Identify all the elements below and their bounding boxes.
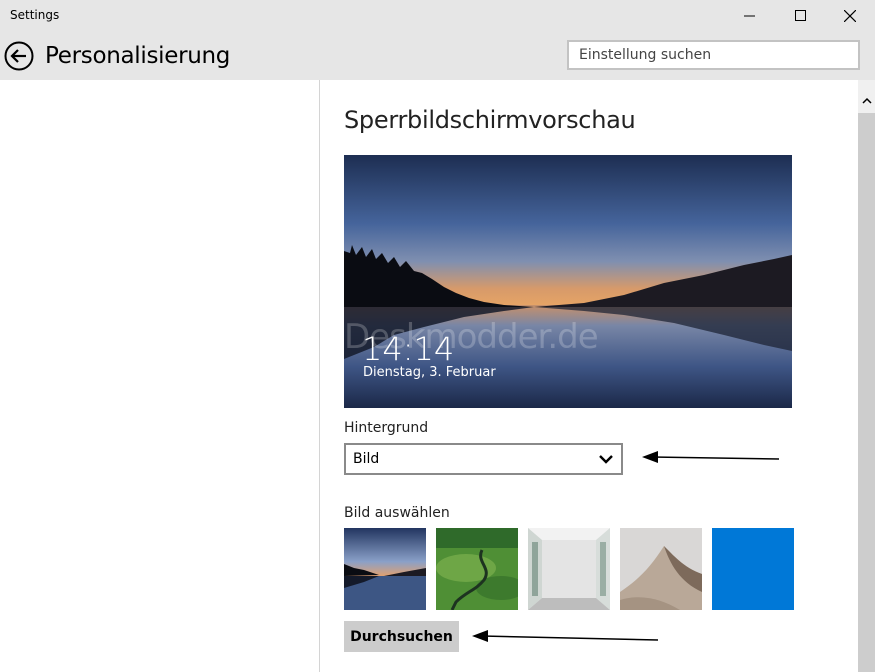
maximize-button[interactable]	[778, 0, 824, 32]
background-dropdown[interactable]: Bild	[344, 443, 623, 475]
page-title: Personalisierung	[45, 43, 231, 69]
chevron-up-icon	[861, 97, 872, 104]
image-thumbnail-solid-blue[interactable]	[712, 528, 794, 610]
image-thumbnail-lake[interactable]	[344, 528, 426, 610]
green-valley-thumbnail-image	[436, 528, 518, 610]
window-title: Settings	[10, 8, 60, 22]
vertical-scrollbar[interactable]	[858, 80, 875, 672]
maximize-icon	[795, 10, 806, 21]
chevron-down-icon	[599, 455, 613, 464]
minimize-button[interactable]	[727, 0, 773, 32]
preview-time: 14:14	[362, 330, 455, 368]
close-button[interactable]	[827, 0, 873, 32]
background-label: Hintergrund	[344, 420, 429, 436]
scrollbar-thumb[interactable]	[858, 113, 875, 672]
browse-button[interactable]: Durchsuchen	[344, 621, 459, 652]
navigation-pane	[0, 80, 320, 672]
lake-thumbnail-image	[344, 528, 426, 610]
image-thumbnail-white-room[interactable]	[528, 528, 610, 610]
annotation-arrow-browse	[472, 630, 659, 642]
image-thumbnail-green-river[interactable]	[436, 528, 518, 610]
white-room-thumbnail-image	[528, 528, 610, 610]
app-header: Personalisierung Einstellung suchen	[0, 32, 875, 80]
title-bar: Settings	[0, 0, 875, 32]
annotation-arrow-dropdown	[642, 451, 780, 463]
image-thumbnail-desert-dune[interactable]	[620, 528, 702, 610]
desert-dune-thumbnail-image	[620, 528, 702, 610]
choose-image-label: Bild auswählen	[344, 505, 450, 521]
preview-date: Dienstag, 3. Februar	[363, 365, 496, 380]
close-icon	[844, 10, 856, 22]
minimize-icon	[744, 15, 755, 17]
section-title: Sperrbildschirmvorschau	[344, 106, 636, 134]
background-dropdown-value: Bild	[353, 451, 380, 467]
scroll-up-button[interactable]	[858, 92, 875, 109]
back-button[interactable]	[4, 41, 34, 71]
back-arrow-icon	[4, 41, 34, 71]
lock-screen-preview: Deskmodder.de 14:14 Dienstag, 3. Februar	[344, 155, 792, 408]
search-input[interactable]: Einstellung suchen	[567, 40, 860, 70]
